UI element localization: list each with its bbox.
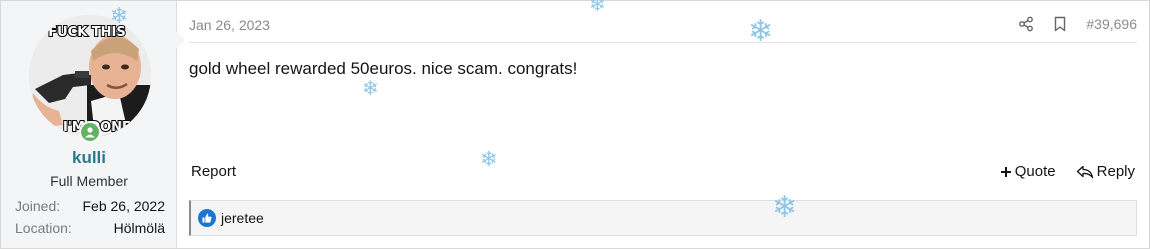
- user-title: Full Member: [50, 173, 128, 189]
- message-body: gold wheel rewarded 50euros. nice scam. …: [189, 59, 578, 78]
- stat-value: Hölmölä: [113, 220, 165, 236]
- share-icon[interactable]: [1018, 16, 1034, 32]
- stat-joined: Joined: Feb 26, 2022: [15, 198, 165, 214]
- online-status-icon: [79, 121, 101, 143]
- post-footer-actions: Quote Reply: [1000, 163, 1135, 180]
- reply-label: Reply: [1096, 163, 1135, 180]
- reactions-bar[interactable]: jeretee: [189, 200, 1137, 236]
- avatar-wrap: FUCK THIS I'M DONE: [29, 15, 151, 143]
- avatar[interactable]: FUCK THIS I'M DONE: [29, 15, 151, 137]
- username-link[interactable]: kulli: [1, 148, 177, 168]
- snowflake-icon: ❄: [589, 0, 606, 16]
- bookmark-icon[interactable]: [1052, 16, 1068, 32]
- post-number-link[interactable]: #39,696: [1086, 16, 1137, 32]
- header-divider: [189, 42, 1137, 43]
- reply-button[interactable]: Reply: [1076, 163, 1135, 180]
- quote-label: Quote: [1014, 163, 1056, 180]
- message-main: Jan 26, 2023 #39,696 gold wheel rewarded…: [178, 1, 1149, 248]
- reply-icon: [1076, 165, 1093, 178]
- plus-icon: [1000, 166, 1011, 177]
- avatar-image: FUCK THIS I'M DONE: [29, 15, 151, 137]
- snowflake-icon: ❄: [110, 4, 129, 29]
- snowflake-icon: ❄: [362, 76, 379, 100]
- snowflake-icon: ❄: [772, 190, 798, 225]
- snowflake-icon: ❄: [748, 14, 774, 49]
- message-post: FUCK THIS I'M DONE kulli Full Member Joi…: [0, 0, 1150, 249]
- report-link[interactable]: Report: [191, 163, 236, 180]
- reaction-users[interactable]: jeretee: [221, 210, 264, 226]
- stat-location: Location: Hölmölä: [15, 220, 165, 236]
- snowflake-icon: ❄: [480, 147, 498, 171]
- post-date-link[interactable]: Jan 26, 2023: [189, 17, 270, 33]
- stat-label: Location:: [15, 220, 72, 236]
- like-icon: [198, 209, 216, 227]
- post-header-actions: #39,696: [1018, 16, 1137, 32]
- stat-label: Joined:: [15, 198, 61, 214]
- quote-button[interactable]: Quote: [1000, 163, 1056, 180]
- stat-value: Feb 26, 2022: [82, 198, 165, 214]
- message-user-column: FUCK THIS I'M DONE kulli Full Member Joi…: [1, 1, 185, 248]
